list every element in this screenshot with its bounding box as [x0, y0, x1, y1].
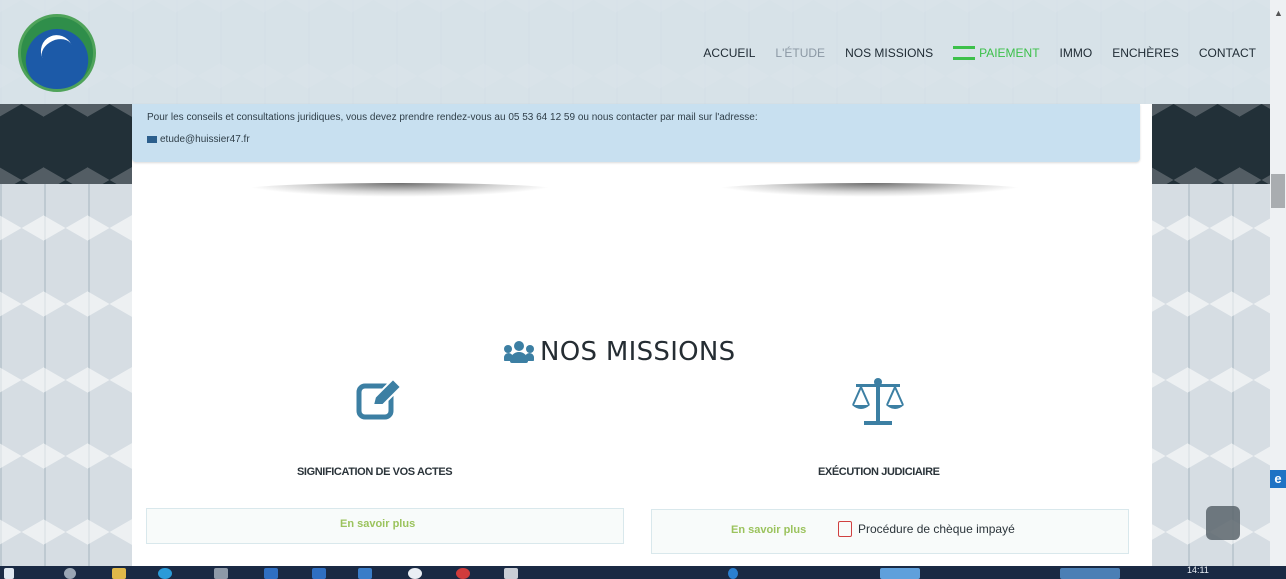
scroll-to-top-button[interactable]	[1206, 506, 1240, 540]
main-nav: ACCUEIL L'ÉTUDE NOS MISSIONS PAIEMENT IM…	[683, 46, 1256, 60]
chrome-icon[interactable]	[408, 568, 422, 579]
nav-accueil[interactable]: ACCUEIL	[703, 46, 755, 60]
nav-etude[interactable]: L'ÉTUDE	[775, 46, 825, 60]
word-icon[interactable]	[264, 568, 278, 579]
nav-label: L'ÉTUDE	[775, 46, 826, 60]
nav-encheres[interactable]: ENCHÈRES	[1112, 46, 1179, 60]
notice-text: Pour les conseils et consultations jurid…	[147, 112, 758, 123]
scale-icon	[852, 378, 904, 425]
tray-icon[interactable]	[728, 568, 738, 579]
en-savoir-plus-link-signification[interactable]: En savoir plus	[340, 518, 415, 530]
decorative-shadow-right	[710, 183, 1030, 197]
nav-contact[interactable]: CONTACT	[1199, 46, 1256, 60]
nav-label: ACCUEIL	[703, 46, 756, 60]
users-icon	[504, 341, 534, 363]
section-heading: NOS MISSIONS	[504, 337, 735, 367]
nav-label: ENCHÈRES	[1112, 46, 1179, 60]
dark-pattern-band-left	[0, 104, 132, 184]
nav-label: IMMO	[1059, 46, 1093, 60]
browser-icon[interactable]	[158, 568, 172, 579]
scrollbar-thumb[interactable]	[1271, 174, 1285, 208]
taskbar-app-icon[interactable]	[214, 568, 228, 579]
en-savoir-plus-link-execution[interactable]: En savoir plus	[731, 524, 806, 536]
file-explorer-icon[interactable]	[112, 568, 126, 579]
taskbar-app-icon[interactable]	[456, 568, 470, 579]
envelope-icon	[147, 136, 157, 143]
outlook-icon[interactable]	[312, 568, 326, 579]
section-title: NOS MISSIONS	[540, 337, 736, 367]
edit-icon	[356, 378, 402, 420]
dark-pattern-band-right	[1152, 104, 1270, 184]
notice-email-row[interactable]: etude@huissier47.fr	[147, 134, 250, 145]
credit-card-icon	[953, 46, 976, 60]
search-icon[interactable]	[64, 568, 76, 579]
nav-nos-missions[interactable]: NOS MISSIONS	[845, 46, 933, 60]
taskbar-app-icon[interactable]	[504, 568, 518, 579]
taskbar-app-icon[interactable]	[358, 568, 372, 579]
tray-icons[interactable]	[1060, 568, 1120, 579]
nav-label: PAIEMENT	[979, 46, 1040, 60]
site-header: ACCUEIL L'ÉTUDE NOS MISSIONS PAIEMENT IM…	[0, 0, 1270, 104]
site-logo[interactable]	[18, 14, 96, 92]
start-icon[interactable]	[4, 568, 14, 579]
nav-paiement[interactable]: PAIEMENT	[953, 46, 1040, 60]
mission-title-execution: EXÉCUTION JUDICIAIRE	[818, 466, 940, 478]
tray-icons[interactable]	[880, 568, 920, 579]
bird-logo-icon	[35, 29, 79, 74]
taskbar-clock[interactable]: 14:11	[1187, 565, 1209, 575]
edge-browser-icon[interactable]: e	[1270, 470, 1286, 488]
pdf-file-icon	[838, 521, 852, 537]
main-content-panel	[132, 104, 1152, 566]
nav-immo[interactable]: IMMO	[1060, 46, 1093, 60]
scroll-up-arrow-icon[interactable]: ▲	[1274, 8, 1283, 18]
mission-title-signification: SIGNIFICATION DE VOS ACTES	[297, 466, 453, 478]
decorative-shadow-left	[240, 183, 560, 197]
notice-banner: Pour les conseils et consultations jurid…	[132, 104, 1140, 162]
nav-label: NOS MISSIONS	[845, 46, 934, 60]
nav-label: CONTACT	[1198, 46, 1256, 60]
cheque-impaye-pdf-link[interactable]: Procédure de chèque impayé	[858, 522, 1015, 536]
notice-email-link[interactable]: etude@huissier47.fr	[160, 134, 250, 145]
